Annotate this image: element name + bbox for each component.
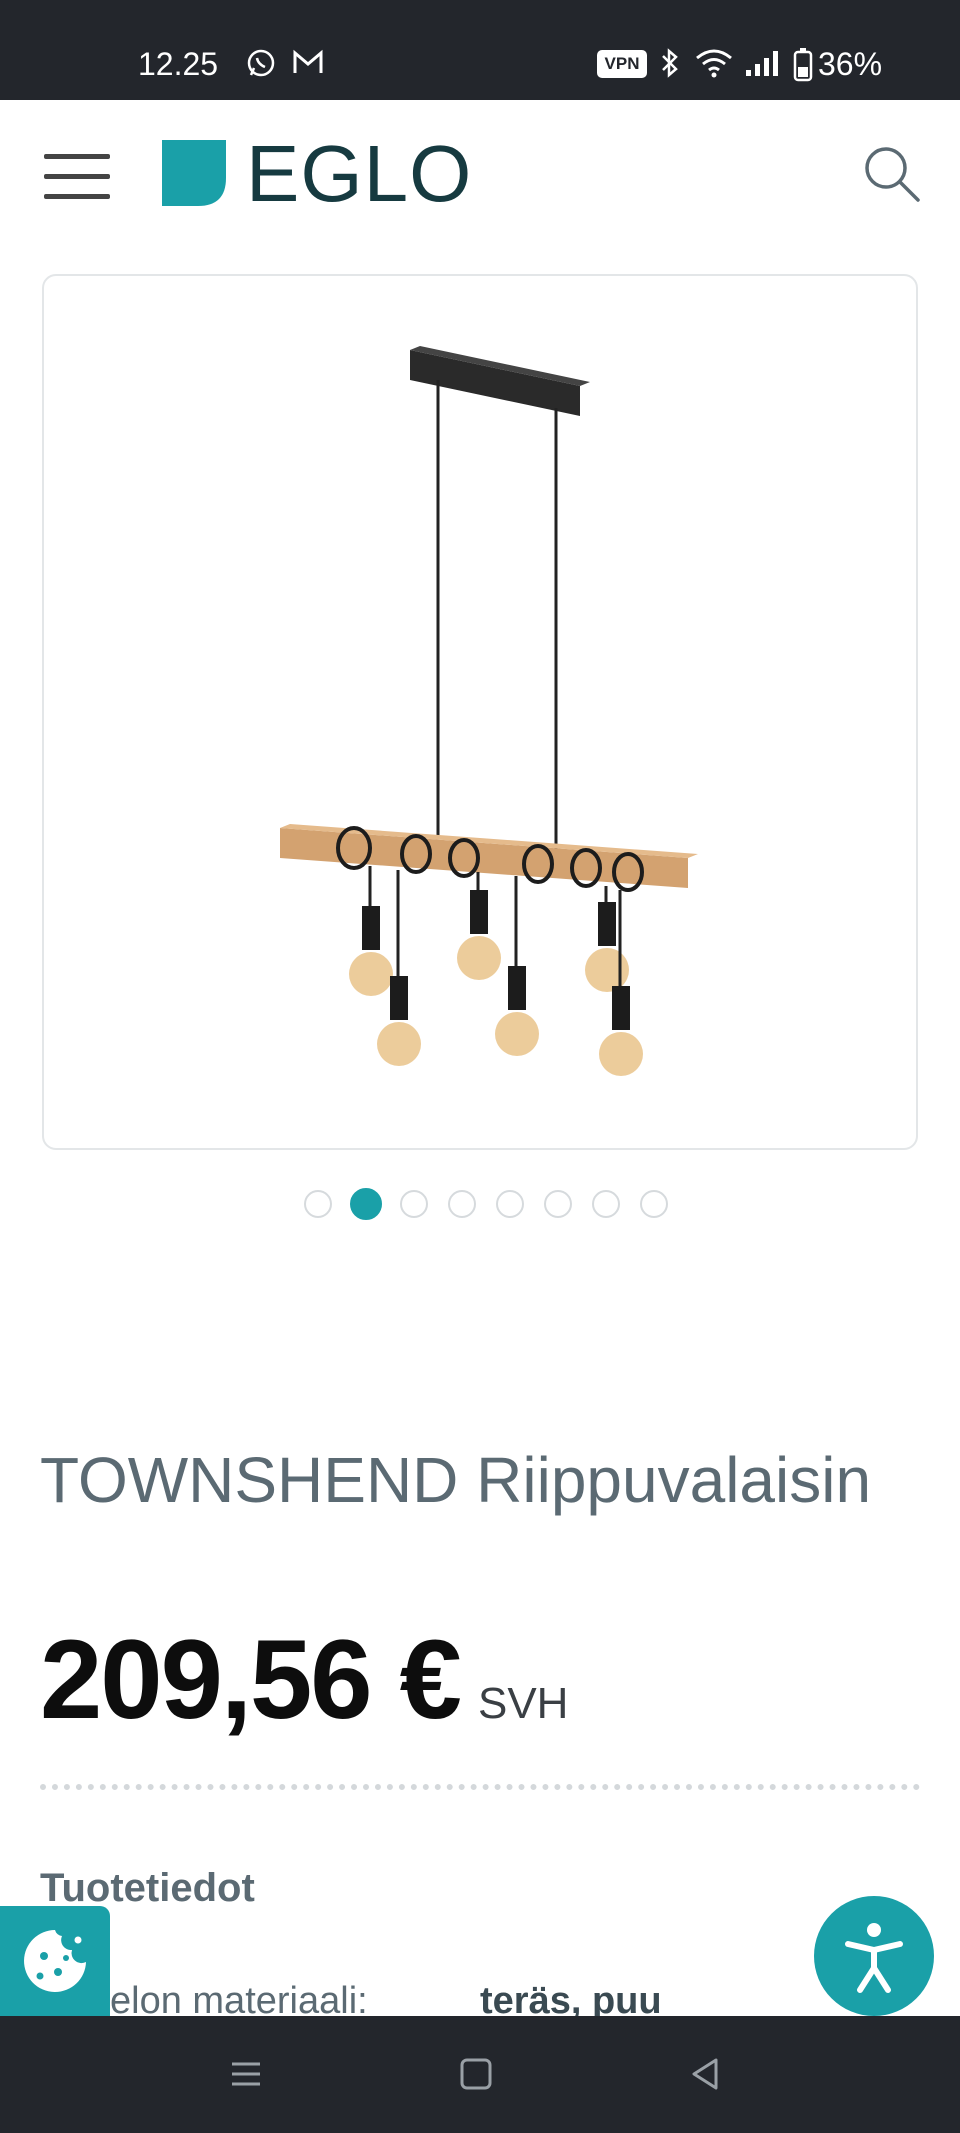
price-row: 209,56 € SVH <box>40 1620 568 1740</box>
cookie-settings-button[interactable] <box>0 1906 110 2016</box>
price-suffix: SVH <box>477 1679 569 1728</box>
hamburger-menu-icon[interactable] <box>44 152 110 202</box>
carousel-dot[interactable] <box>448 1190 476 1218</box>
dotted-divider <box>40 1784 920 1790</box>
whatsapp-icon <box>247 49 275 77</box>
status-bar: 12.25 VPN 36% <box>0 0 960 100</box>
logo-text: EGLO <box>246 129 473 218</box>
wifi-icon <box>696 49 732 78</box>
accessibility-button[interactable] <box>814 1896 934 2016</box>
product-details-heading: Tuotetiedot <box>40 1866 255 1910</box>
cookie-icon <box>24 1930 87 1992</box>
product-photo <box>280 346 698 1076</box>
carousel-dot[interactable] <box>544 1190 572 1218</box>
battery-icon <box>793 48 813 82</box>
product-price: 209,56 € <box>40 1617 462 1742</box>
battery-percentage: 36% <box>818 46 883 82</box>
product-image[interactable] <box>42 274 918 1150</box>
system-navigation-bar <box>0 2016 960 2133</box>
lamp-bulbs <box>349 866 643 1076</box>
logo-mark-icon <box>162 140 226 206</box>
carousel-dot[interactable] <box>640 1190 668 1218</box>
gmail-icon <box>293 49 323 73</box>
vpn-badge: VPN <box>597 50 647 78</box>
signal-icon <box>746 51 778 76</box>
search-icon[interactable] <box>862 144 922 204</box>
lamp-canopy <box>410 350 580 416</box>
carousel-dot[interactable] <box>350 1188 382 1220</box>
carousel-dot[interactable] <box>592 1190 620 1218</box>
status-time: 12.25 <box>138 46 219 82</box>
bluetooth-icon <box>662 48 678 78</box>
carousel-dot[interactable] <box>304 1190 332 1218</box>
site-header: EGLO <box>0 100 960 250</box>
recents-icon[interactable] <box>226 2054 266 2094</box>
accessibility-icon <box>845 1923 903 1993</box>
product-title: TOWNSHEND Riippuvalaisin <box>40 1444 872 1516</box>
carousel-dot[interactable] <box>400 1190 428 1218</box>
back-icon[interactable] <box>686 2054 726 2094</box>
home-icon[interactable] <box>456 2054 496 2094</box>
carousel-dot[interactable] <box>496 1190 524 1218</box>
